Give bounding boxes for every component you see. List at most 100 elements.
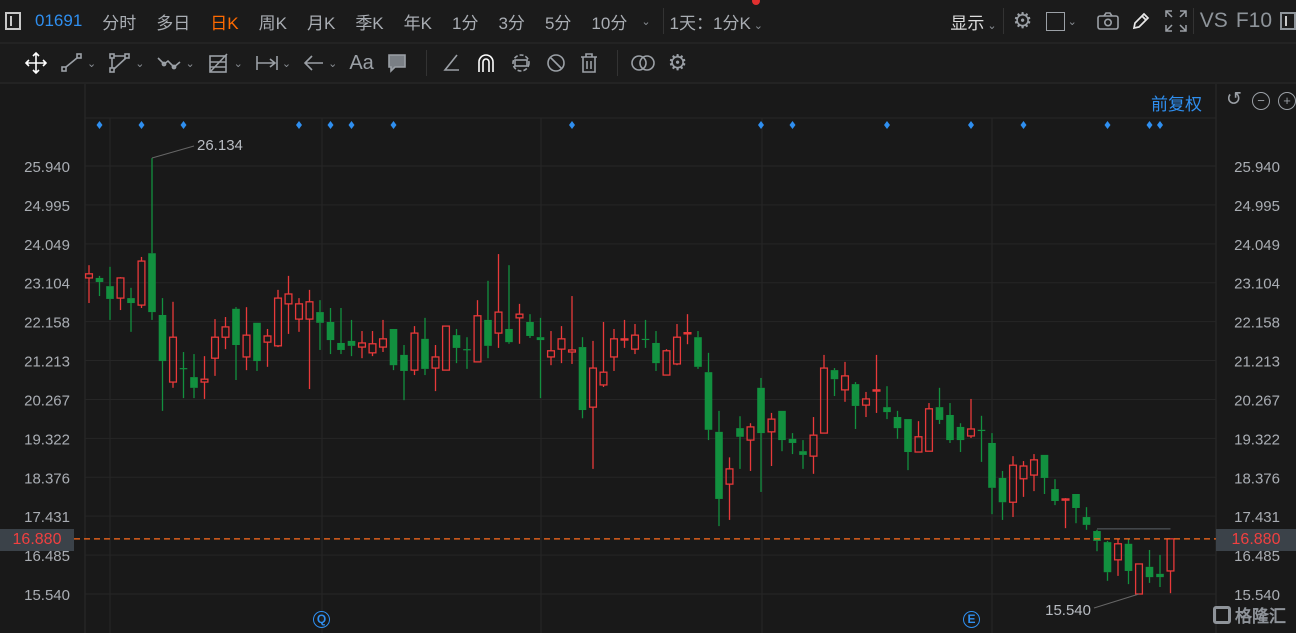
line-tool-icon[interactable]: ⌄ xyxy=(60,52,96,74)
zoom-in-icon[interactable]: + xyxy=(1278,92,1296,110)
period-select[interactable]: 1天：1分K ⌄ xyxy=(669,0,763,34)
candle-body-down xyxy=(1103,542,1112,573)
candle-body-down xyxy=(904,419,912,453)
display-dropdown[interactable]: 显示 ⌄ xyxy=(950,9,996,34)
period-toolbar: 01691 分时 多日 日K 周K 月K 季K 年K 1分 3分 5分 10分 ⌄ 1天：1分K ⌄ … xyxy=(0,0,1296,44)
low-price-label: 15.540 xyxy=(1045,602,1091,619)
dividend-marker-icon xyxy=(390,121,397,129)
event-marker-e[interactable]: E xyxy=(963,611,980,628)
candle-body-up xyxy=(357,342,367,348)
divider xyxy=(1192,8,1194,34)
tab-5[interactable]: 季K xyxy=(355,9,383,34)
event-marker-q[interactable]: Q xyxy=(313,611,330,628)
more-periods-chevron-icon[interactable]: ⌄ xyxy=(641,15,650,28)
comment-icon[interactable] xyxy=(386,52,408,74)
candle-body-down xyxy=(536,337,545,341)
dividend-marker-icon xyxy=(789,121,796,129)
y-tick-left: 24.049 xyxy=(24,237,70,254)
candle-body-down xyxy=(998,477,1007,503)
f10-button[interactable]: F10 xyxy=(1236,9,1272,33)
logo-g-icon xyxy=(1213,605,1231,624)
camera-icon[interactable] xyxy=(1096,12,1119,30)
y-tick-right: 23.104 xyxy=(1234,276,1280,293)
candle-body-down xyxy=(1156,573,1164,578)
reset-icon[interactable]: ↺ xyxy=(1226,90,1242,109)
drawing-toolbar: ⌄ ⌄ ⌄ ⌄ ⌄ ⌄ Aa ⚙ xyxy=(0,44,1296,84)
candle-body-down xyxy=(148,253,156,313)
link-overlap-icon[interactable] xyxy=(630,52,656,74)
arrow-tool-icon[interactable]: ⌄ xyxy=(303,52,337,74)
hide-drawings-icon[interactable] xyxy=(545,52,567,74)
tab-10[interactable]: 10分 xyxy=(591,9,627,34)
candle-body-down xyxy=(788,438,797,443)
low-annotation-line xyxy=(1093,593,1140,609)
current-price-label-right: 16.880 xyxy=(1216,529,1296,551)
gear-icon[interactable]: ⚙ xyxy=(1010,8,1036,34)
candle-body-up xyxy=(368,343,377,354)
layout-square-icon[interactable]: ⌄ xyxy=(1045,11,1077,31)
candle-body-up xyxy=(567,349,577,353)
tab-7[interactable]: 1分 xyxy=(452,9,478,34)
candle-body-up xyxy=(599,371,608,386)
tab-6[interactable]: 年K xyxy=(404,9,432,34)
candle-body-down xyxy=(704,372,713,430)
period-select-label: 1天：1分K xyxy=(669,13,751,33)
fullscreen-icon[interactable] xyxy=(1165,10,1187,32)
candle-body-up xyxy=(441,325,451,371)
candle-body-down xyxy=(736,428,744,437)
tab-8[interactable]: 3分 xyxy=(498,9,524,34)
candle-body-up xyxy=(242,334,251,358)
dividend-marker-icon xyxy=(569,121,575,129)
tab-4[interactable]: 月K xyxy=(307,9,335,34)
candle-body-down xyxy=(1124,543,1133,571)
price-adjust-toggle[interactable]: 前复权 xyxy=(1151,90,1202,115)
wave-tool-icon[interactable]: ⌄ xyxy=(156,52,195,74)
watermark-text: 格隆汇 xyxy=(1235,607,1286,626)
period-tabs: 分时 多日 日K 周K 月K 季K 年K 1分 3分 5分 10分 xyxy=(92,9,637,34)
magnet-icon[interactable] xyxy=(475,52,497,74)
candle-body-down xyxy=(935,407,944,420)
y-tick-left: 18.376 xyxy=(24,470,70,487)
candle-body-up xyxy=(1134,563,1144,595)
dividend-marker-icon xyxy=(138,121,145,129)
measure-tool-icon[interactable]: ⌄ xyxy=(255,52,291,74)
tab-2[interactable]: 日K xyxy=(210,9,238,34)
y-tick-left: 20.267 xyxy=(24,392,70,409)
right-panel-toggle-icon[interactable] xyxy=(1280,12,1296,30)
candle-body-up xyxy=(294,303,304,320)
zoom-out-icon[interactable]: − xyxy=(1252,92,1270,110)
tab-9[interactable]: 5分 xyxy=(545,9,571,34)
candlestick-chart[interactable]: 25.940 25.940 24.995 24.995 24.049 24.049 23.1… xyxy=(0,0,1296,633)
y-tick-right: 21.213 xyxy=(1234,354,1280,371)
lock-drawings-icon[interactable] xyxy=(509,52,533,74)
candle-body-up xyxy=(767,418,776,433)
candle-body-down xyxy=(977,429,986,432)
candle-body-up xyxy=(263,335,272,343)
y-tick-left: 15.540 xyxy=(24,587,70,604)
candle-body-down xyxy=(326,321,335,341)
tab-0[interactable]: 分时 xyxy=(102,9,136,34)
move-icon[interactable] xyxy=(24,51,48,75)
high-price-label: 26.134 xyxy=(197,137,243,154)
trash-icon[interactable] xyxy=(579,52,599,74)
vs-button[interactable]: VS xyxy=(1200,9,1228,33)
tab-1[interactable]: 多日 xyxy=(156,9,190,34)
fibonacci-tool-icon[interactable]: ⌄ xyxy=(207,52,243,74)
stock-code[interactable]: 01691 xyxy=(35,11,82,31)
tab-3[interactable]: 周K xyxy=(259,9,287,34)
candle-body-down xyxy=(95,277,104,283)
y-tick-left: 22.158 xyxy=(24,315,70,332)
text-tool[interactable]: Aa xyxy=(349,52,373,75)
sidebar-toggle-icon[interactable] xyxy=(5,12,21,30)
candle-body-down xyxy=(1082,517,1091,525)
drawing-settings-icon[interactable]: ⚙ xyxy=(668,50,688,76)
candle-body-down xyxy=(1040,454,1049,478)
candle-body-down xyxy=(484,319,492,346)
candle-body-up xyxy=(630,334,640,350)
y-tick-right: 19.322 xyxy=(1234,431,1280,448)
polygon-tool-icon[interactable]: ⌄ xyxy=(108,52,144,74)
candle-body-down xyxy=(505,328,513,343)
pencil-icon[interactable] xyxy=(1131,11,1151,31)
dividend-marker-icon xyxy=(1146,121,1153,129)
angle-icon[interactable] xyxy=(441,52,463,74)
